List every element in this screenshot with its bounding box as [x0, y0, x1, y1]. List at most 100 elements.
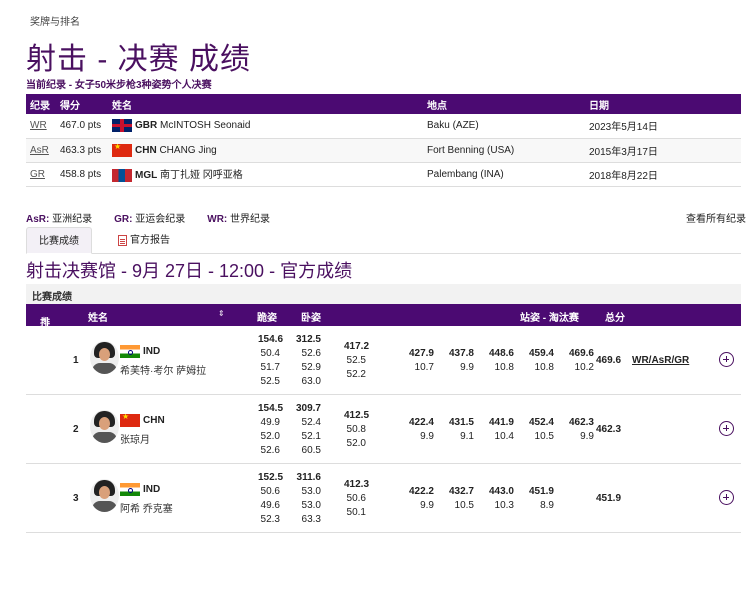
tab-results[interactable]: 比赛成绩 — [26, 227, 92, 254]
kneeling-total: 154.6 — [258, 334, 284, 345]
records-header-name: 姓名 — [108, 94, 423, 114]
record-date: 2018年8月22日 — [585, 162, 741, 187]
see-all-records-link[interactable]: 查看所有纪录 — [686, 210, 746, 225]
record-name: 南丁扎娅 冈呼亚格 — [160, 170, 243, 182]
standing-series: 52.2 — [346, 369, 366, 380]
prone-series: 60.5 — [301, 445, 321, 456]
flag-icon — [112, 168, 132, 182]
elimination-shot: 10.8 — [494, 362, 514, 373]
record-type[interactable]: WR — [26, 114, 56, 139]
expand-plus-icon[interactable] — [719, 490, 734, 505]
record-location: Palembang (INA) — [423, 162, 585, 187]
legend-item: AsR: 亚洲纪录 — [26, 214, 92, 225]
elimination-cumulative: 443.0 — [488, 486, 514, 497]
standing-series: 50.6 — [346, 493, 366, 504]
photo-body — [92, 501, 117, 512]
kneeling-series: 49.6 — [260, 500, 280, 511]
elimination-shot: 10.2 — [574, 362, 594, 373]
elimination-cumulative: 452.4 — [528, 417, 554, 428]
prone-total: 309.7 — [295, 403, 321, 414]
section-label: 比赛成绩 — [26, 284, 741, 304]
records-header-type: 纪录 — [26, 94, 56, 114]
elimination-shot: 10.7 — [414, 362, 434, 373]
flag-icon — [120, 345, 140, 358]
tab-official-report[interactable]: 官方报告 — [106, 227, 182, 254]
legend-text: 亚运会纪录 — [135, 214, 186, 225]
photo-face — [99, 417, 110, 430]
header-total: 总分 — [605, 313, 625, 324]
record-score: 458.8 pts — [56, 162, 108, 187]
result-rank: 1 — [73, 355, 79, 366]
sort-up-icon[interactable]: ▲ — [40, 314, 48, 323]
elimination-cumulative: 451.9 — [528, 486, 554, 497]
elimination-cumulative: 462.3 — [568, 417, 594, 428]
prone-series: 52.6 — [301, 348, 321, 359]
kneeling-total: 154.5 — [258, 403, 284, 414]
records-header-date: 日期 — [585, 94, 741, 114]
result-total: 469.6 — [596, 355, 622, 366]
records-table: 纪录 得分 姓名 地点 日期 WR 467.0 pts GBR McINTOSH S… — [26, 94, 741, 187]
tab-official-report-label: 官方报告 — [130, 235, 170, 246]
athlete-name[interactable]: 希芙特·考尔 萨姆拉 — [120, 362, 206, 377]
standing-series: 50.8 — [346, 424, 366, 435]
record-row: GR 458.8 pts MGL 南丁扎娅 冈呼亚格 Palembang (INA) 2… — [26, 162, 741, 187]
result-noc: IND — [143, 484, 161, 495]
kneeling-series: 52.3 — [260, 514, 280, 525]
record-date: 2015年3月17日 — [585, 138, 741, 163]
record-type[interactable]: GR — [26, 162, 56, 187]
result-total: 451.9 — [596, 493, 622, 504]
kneeling-series: 51.7 — [260, 362, 280, 373]
photo-body — [92, 363, 117, 374]
photo-face — [99, 486, 110, 499]
elimination-shot: 8.9 — [540, 500, 554, 511]
record-noc: CHN — [135, 144, 157, 156]
elimination-cumulative: 437.8 — [448, 348, 474, 359]
record-noc: MGL — [135, 170, 158, 182]
record-athlete: CHN CHANG Jing — [108, 138, 423, 163]
standing-total: 417.2 — [344, 341, 370, 352]
legend-code: WR: — [207, 214, 228, 225]
result-records[interactable]: WR/AsR/GR — [632, 355, 689, 366]
elimination-cumulative: 427.9 — [408, 348, 434, 359]
sort-icon[interactable]: ⇕ — [218, 309, 225, 318]
record-location: Baku (AZE) — [423, 114, 585, 139]
standing-series: 50.1 — [346, 507, 366, 518]
prone-series: 63.0 — [301, 376, 321, 387]
records-legend: AsR: 亚洲纪录 GR: 亚运会纪录 WR: 世界纪录 — [26, 210, 292, 225]
standing-total: 412.5 — [344, 410, 370, 421]
elimination-cumulative: 459.4 — [528, 348, 554, 359]
record-row: AsR463.3 ptsCHN CHANG JingFort Benning (… — [26, 138, 741, 163]
expand-plus-icon[interactable] — [719, 421, 734, 436]
result-row: 2 CHN 张琼月 154.5 49.9 52.0 52.6 309.7 52.4 52.1 60.… — [26, 395, 741, 464]
elimination-shot: 10.4 — [494, 431, 514, 442]
expand-plus-icon[interactable] — [719, 352, 734, 367]
document-icon — [118, 234, 127, 246]
elimination-shot: 9.9 — [420, 500, 434, 511]
breadcrumb[interactable]: 奖牌与排名 — [30, 13, 80, 28]
record-row: WR 467.0 pts GBR McINTOSH Seonaid Baku (AZE… — [26, 114, 741, 139]
legend-item: WR: 世界纪录 — [207, 214, 270, 225]
legend-text: 世界纪录 — [230, 214, 271, 225]
elimination-shot: 10.3 — [494, 500, 514, 511]
athlete-name[interactable]: 张琼月 — [120, 431, 150, 446]
standing-series: 52.0 — [346, 438, 366, 449]
legend-code: AsR: — [26, 214, 50, 225]
header-name[interactable]: 姓名 — [88, 309, 108, 324]
elimination-shot: 10.5 — [534, 431, 554, 442]
flag-icon — [120, 483, 140, 496]
kneeling-series: 49.9 — [260, 417, 280, 428]
records-header-score: 得分 — [56, 94, 108, 114]
athlete-name[interactable]: 阿希 乔克塞 — [120, 500, 173, 515]
legend-item: GR: 亚运会纪录 — [114, 214, 185, 225]
record-type[interactable]: AsR — [26, 138, 56, 163]
athlete-photo — [90, 479, 119, 512]
elimination-cumulative: 431.5 — [448, 417, 474, 428]
prone-series: 52.1 — [301, 431, 321, 442]
header-standing: 站姿 - 淘汰赛 — [520, 313, 579, 324]
kneeling-series: 50.4 — [260, 348, 280, 359]
records-title: 当前纪录 - 女子50米步枪3种姿势个人决赛 — [26, 80, 212, 91]
kneeling-series: 52.0 — [260, 431, 280, 442]
elimination-shot: 9.9 — [420, 431, 434, 442]
elimination-shot: 9.9 — [580, 431, 594, 442]
flag-icon — [112, 119, 132, 133]
